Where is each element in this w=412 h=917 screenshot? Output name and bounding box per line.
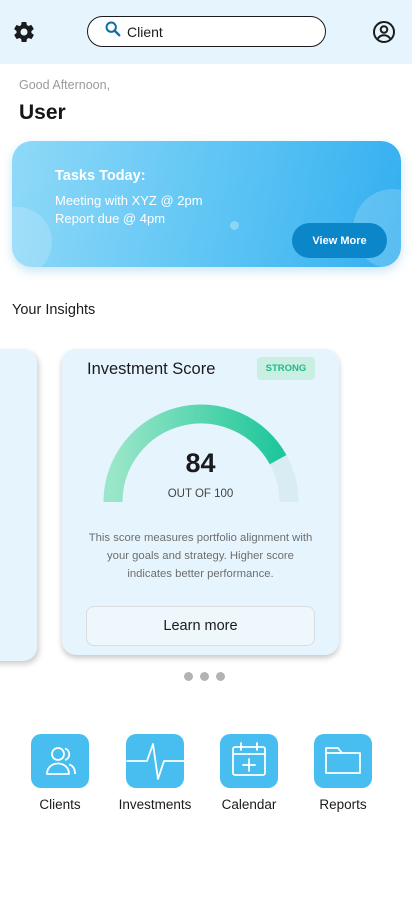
- tasks-title: Tasks Today:: [55, 168, 146, 184]
- nav-tile[interactable]: [126, 734, 184, 788]
- top-bar: Client: [0, 0, 412, 64]
- nav-tile[interactable]: [220, 734, 278, 788]
- score-card-title: Investment Score: [87, 360, 216, 378]
- nav-tile[interactable]: [31, 734, 89, 788]
- account-icon[interactable]: [372, 20, 396, 44]
- score-value: 84: [185, 448, 216, 478]
- greeting-text: Good Afternoon,: [19, 78, 111, 92]
- search-bar[interactable]: Client: [87, 16, 326, 47]
- pager-dot[interactable]: [184, 672, 193, 681]
- search-icon: [105, 21, 121, 37]
- learn-more-button[interactable]: Learn more: [86, 606, 315, 646]
- gear-icon[interactable]: [12, 20, 36, 44]
- insights-title: Your Insights: [12, 302, 96, 318]
- score-out-of: OUT OF 100: [167, 488, 234, 500]
- decorative-circle: [12, 207, 52, 267]
- pager-dot[interactable]: [216, 672, 225, 681]
- pulse-chart-icon: [126, 743, 184, 780]
- nav-clients[interactable]: Clients: [15, 734, 105, 819]
- folder-icon: [325, 747, 361, 774]
- nav-label: Clients: [39, 797, 81, 812]
- task-item: Meeting with XYZ @ 2pm: [55, 193, 203, 208]
- pager-dot[interactable]: [200, 672, 209, 681]
- previous-insight-card[interactable]: [0, 349, 37, 661]
- user-name: User: [19, 101, 66, 124]
- search-input[interactable]: Client: [127, 24, 163, 40]
- nav-tile[interactable]: [314, 734, 372, 788]
- task-item: Report due @ 4pm: [55, 211, 166, 226]
- users-icon: [46, 747, 76, 775]
- view-more-button[interactable]: View More: [292, 223, 387, 258]
- nav-reports[interactable]: Reports: [298, 734, 388, 819]
- status-badge: STRONG: [257, 357, 315, 380]
- nav-calendar[interactable]: Calendar: [204, 734, 294, 819]
- nav-investments[interactable]: Investments: [110, 734, 200, 819]
- decorative-dot: [230, 221, 239, 230]
- investment-score-card: Investment Score STRONG 84 OUT OF 100 Th…: [62, 349, 339, 655]
- nav-label: Reports: [319, 797, 367, 812]
- tasks-today-card: Tasks Today: Meeting with XYZ @ 2pm Repo…: [12, 141, 401, 267]
- score-description: This score measures portfolio alignment …: [88, 532, 313, 580]
- calendar-add-icon: [232, 742, 266, 776]
